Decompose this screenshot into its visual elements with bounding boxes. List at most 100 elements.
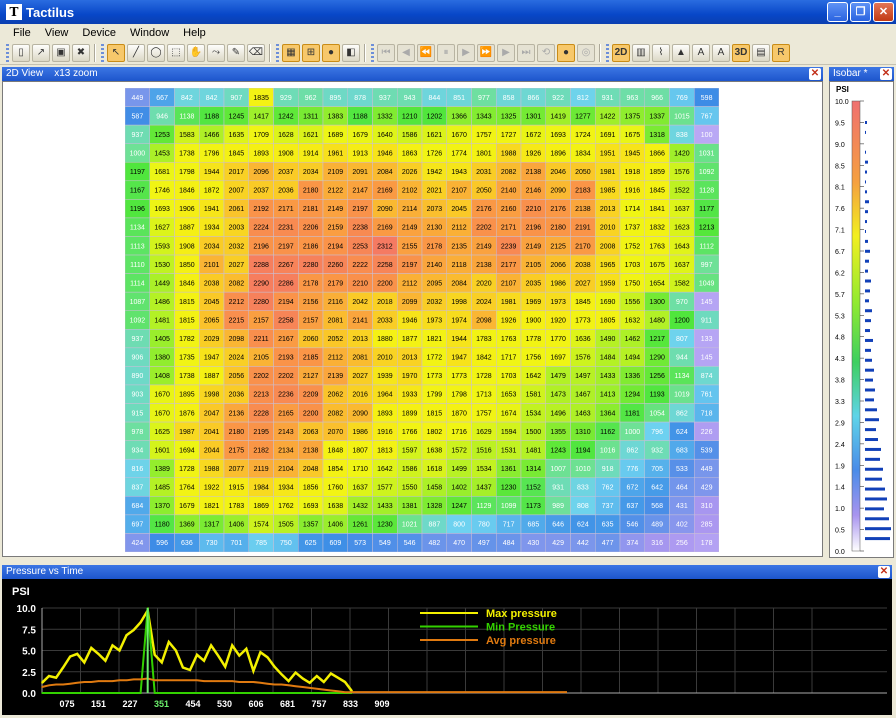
pressure-cell-value: 1752 xyxy=(625,243,641,250)
pressure-cell-value: 2032 xyxy=(427,299,443,306)
new-file-icon[interactable]: ▯ xyxy=(12,44,30,62)
rect-select-icon[interactable]: ⬚ xyxy=(167,44,185,62)
pressure-cell-value: 226 xyxy=(701,429,713,436)
pressure-cell: 1534 xyxy=(520,403,546,423)
toolbar-grip[interactable] xyxy=(101,44,104,62)
view-3d-button[interactable]: 3D xyxy=(732,44,750,62)
grid-link-icon[interactable]: ⊞ xyxy=(302,44,320,62)
next-icon[interactable]: ▶ xyxy=(497,44,515,62)
toolbar-grip[interactable] xyxy=(276,44,279,62)
pressure-cell-value: 1716 xyxy=(451,429,467,436)
pressure-cell: 1845 xyxy=(570,291,596,311)
report-icon[interactable]: ▤ xyxy=(752,44,770,62)
prev-icon[interactable]: ◀ xyxy=(397,44,415,62)
loop-icon[interactable]: ⟲ xyxy=(537,44,555,62)
pressure-cell-value: 1887 xyxy=(204,373,220,380)
forward-icon[interactable]: ⏩ xyxy=(477,44,495,62)
pressure-cell-value: 1134 xyxy=(130,225,145,232)
minimize-button[interactable]: _ xyxy=(827,2,848,22)
menu-view[interactable]: View xyxy=(45,27,69,39)
pressure-cell: 1965 xyxy=(595,254,621,274)
pressure-cell-value: 1636 xyxy=(575,336,591,343)
isobar-histogram-bar xyxy=(865,378,873,382)
pressure-cell-value: 1370 xyxy=(154,503,170,510)
chart-bar-icon[interactable]: ▥ xyxy=(632,44,650,62)
menu-window[interactable]: Window xyxy=(130,27,169,39)
skip-start-icon[interactable]: ⏮ xyxy=(377,44,395,62)
skip-end-icon[interactable]: ⏭ xyxy=(517,44,535,62)
chart-point xyxy=(69,655,71,658)
open-icon[interactable]: ↗ xyxy=(32,44,50,62)
rewind-icon[interactable]: ⏪ xyxy=(417,44,435,62)
pressure-cell: 1750 xyxy=(619,273,645,293)
menu-file[interactable]: File xyxy=(13,27,31,39)
pvt-close-icon[interactable]: ✕ xyxy=(878,566,890,578)
chart-point xyxy=(104,692,107,694)
freehand-icon[interactable]: ✎ xyxy=(227,44,245,62)
save-icon[interactable]: ▣ xyxy=(52,44,70,62)
hand-icon[interactable]: ✋ xyxy=(187,44,205,62)
toolbar-grip[interactable] xyxy=(371,44,374,62)
record-icon[interactable]: ● xyxy=(557,44,575,62)
maximize-button[interactable]: ❐ xyxy=(850,2,871,22)
close-button[interactable]: ✕ xyxy=(873,2,894,22)
text-a2-icon[interactable]: A xyxy=(712,44,730,62)
view2d-close-icon[interactable]: ✕ xyxy=(809,68,821,80)
play-icon[interactable]: ▶ xyxy=(457,44,475,62)
pressure-cell-value: 2136 xyxy=(229,410,245,417)
pressure-cell: 1757 xyxy=(471,124,497,144)
line-icon[interactable]: ╱ xyxy=(127,44,145,62)
ellipse-icon[interactable]: ◯ xyxy=(147,44,165,62)
isobar-histogram-bar xyxy=(865,338,873,342)
pressure-cell: 1383 xyxy=(322,106,348,126)
reset-icon[interactable]: R xyxy=(772,44,790,62)
palette-icon[interactable]: ◧ xyxy=(342,44,360,62)
pressure-cell: 2063 xyxy=(298,421,324,441)
path-icon[interactable]: ⤳ xyxy=(207,44,225,62)
menu-device[interactable]: Device xyxy=(82,27,116,39)
pressure-cell-value: 1926 xyxy=(526,150,542,157)
pressure-cell-value: 937 xyxy=(132,132,144,139)
grid-icon[interactable]: ▦ xyxy=(282,44,300,62)
snapshot-icon[interactable]: ◎ xyxy=(577,44,595,62)
legend-label: Max pressure xyxy=(486,608,557,620)
pointer-icon[interactable]: ↖ xyxy=(107,44,125,62)
pressure-cell-value: 1499 xyxy=(451,466,467,473)
pressure-cell-value: 1689 xyxy=(328,132,344,139)
pressure-cell-value: 2202 xyxy=(253,373,269,380)
pressure-cell: 316 xyxy=(644,533,670,552)
text-a-icon[interactable]: A xyxy=(692,44,710,62)
toolbar-grip[interactable] xyxy=(606,44,609,62)
eraser-icon[interactable]: ⌫ xyxy=(247,44,265,62)
pressure-cell-value: 1243 xyxy=(550,447,566,454)
chart-point xyxy=(238,654,241,657)
pause-icon[interactable]: ⏸ xyxy=(437,44,455,62)
chart-line-icon[interactable]: ⌇ xyxy=(652,44,670,62)
view-2d-button[interactable]: 2D xyxy=(612,44,630,62)
pressure-cell: 903 xyxy=(125,384,150,404)
pressure-cell-value: 1328 xyxy=(427,503,443,510)
pressure-cell-value: 1675 xyxy=(649,262,665,269)
peak-icon[interactable]: ▲ xyxy=(672,44,690,62)
toolbar-grip[interactable] xyxy=(6,44,9,62)
pressure-cell-value: 1194 xyxy=(575,447,590,454)
pressure-grid[interactable]: 449 667 842 842 907 1835 929 962 895 878 937 943 844… xyxy=(125,88,719,552)
isobar-close-icon[interactable]: ✕ xyxy=(880,68,892,80)
pressure-cell: 549 xyxy=(372,533,398,552)
color-map-icon[interactable]: ● xyxy=(322,44,340,62)
pressure-cell: 1805 xyxy=(595,310,621,330)
pressure-cell-value: 2147 xyxy=(352,188,368,195)
pressure-cell-value: 1110 xyxy=(130,262,145,269)
stop-icon[interactable]: ✖ xyxy=(72,44,90,62)
pressure-cell: 1727 xyxy=(496,124,522,144)
pressure-cell-value: 1213 xyxy=(699,225,715,232)
pressure-cell: 1129 xyxy=(471,496,497,516)
pressure-cell: 1717 xyxy=(496,347,522,367)
pressure-cell-value: 642 xyxy=(651,485,663,492)
menu-help[interactable]: Help xyxy=(183,27,206,39)
title-bar: T Tactilus _ ❐ ✕ xyxy=(0,0,896,24)
pressure-cell: 1357 xyxy=(298,514,324,534)
pressure-cell-value: 1480 xyxy=(649,318,665,325)
pressure-map-view[interactable]: 449 667 842 842 907 1835 929 962 895 878 937 943 844… xyxy=(2,81,823,557)
pressure-cell-value: 2211 xyxy=(254,336,269,343)
